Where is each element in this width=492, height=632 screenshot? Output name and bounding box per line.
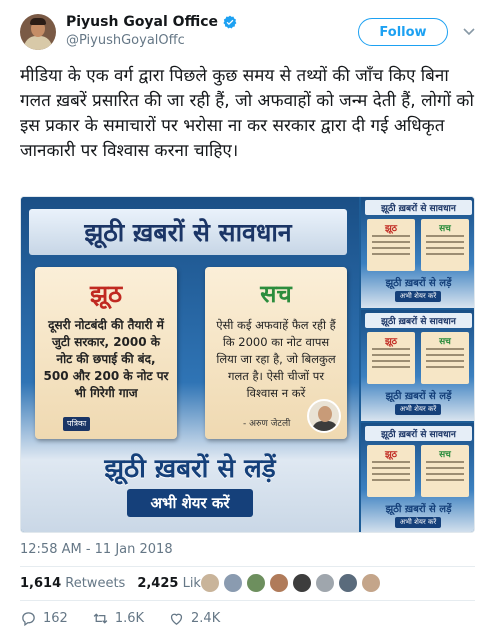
false-news-text: दूसरी नोटबंदी की तैयारी में जुटी सरकार, … <box>43 318 169 400</box>
liker-avatar[interactable] <box>315 573 335 593</box>
liker-avatar[interactable] <box>223 573 243 593</box>
thumbnail-headline: झूठी ख़बरों से सावधान <box>365 426 472 441</box>
liker-avatar[interactable] <box>292 573 312 593</box>
source-badge: पत्रिका <box>63 417 91 431</box>
verified-badge-icon <box>223 15 237 29</box>
thumbnail-sub: अभी शेयर करें <box>395 517 441 528</box>
retweet-count: 1.6K <box>114 611 145 626</box>
tweet-text: मीडिया के एक वर्ग द्वारा पिछले कुछ समय स… <box>20 66 474 161</box>
author-display-name[interactable]: Piyush Goyal Office <box>66 14 218 30</box>
retweet-button[interactable]: 1.6K <box>92 610 144 627</box>
tweet-actions: 162 1.6K 2.4K <box>20 610 244 627</box>
media-thumbnail[interactable]: झूठी ख़बरों से सावधान झूठ सच झूठी ख़बरों… <box>361 197 474 308</box>
retweet-icon <box>93 613 108 624</box>
tweet-media[interactable]: झूठी ख़बरों से सावधान झूठ दूसरी नोटबंदी … <box>20 196 475 533</box>
divider <box>20 566 475 567</box>
divider <box>20 600 475 601</box>
media-thumbnail[interactable]: झूठी ख़बरों से सावधान झूठ सच झूठी ख़बरों… <box>361 423 474 532</box>
liker-avatar[interactable] <box>246 573 266 593</box>
tweet-stats: 1,614 Retweets 2,425 Likes <box>20 576 227 591</box>
thumbnail-false-card: झूठ <box>367 332 415 384</box>
reply-icon <box>22 612 35 627</box>
author-avatar[interactable] <box>20 14 56 50</box>
thumbnail-cta: झूठी ख़बरों से लड़ें <box>385 391 452 402</box>
liker-avatar[interactable] <box>200 573 220 593</box>
thumbnail-truth-card: सच <box>421 445 469 497</box>
thumbnail-cta: झूठी ख़बरों से लड़ें <box>385 504 452 515</box>
media-cta-sub: अभी शेयर करें <box>127 489 253 517</box>
thumbnail-sub: अभी शेयर करें <box>395 291 441 302</box>
thumbnail-headline: झूठी ख़बरों से सावधान <box>365 313 472 328</box>
false-news-title: झूठ <box>89 280 123 308</box>
liker-avatar[interactable] <box>361 573 381 593</box>
liker-avatars <box>200 573 381 593</box>
liker-avatar[interactable] <box>269 573 289 593</box>
chevron-down-icon[interactable] <box>462 24 476 38</box>
media-headline: झूठी ख़बरों से सावधान <box>29 209 347 255</box>
truth-title: सच <box>260 280 292 308</box>
tweet-header: Piyush Goyal Office @PiyushGoyalOffc Fol… <box>0 0 492 58</box>
thumbnail-false-card: झूठ <box>367 219 415 271</box>
like-count: 2.4K <box>191 611 221 626</box>
quote-attribution: - अरुण जेटली <box>243 419 291 429</box>
tweet-timestamp[interactable]: 12:58 AM - 11 Jan 2018 <box>20 542 173 557</box>
thumbnail-false-card: झूठ <box>367 445 415 497</box>
media-thumbnails: झूठी ख़बरों से सावधान झूठ सच झूठी ख़बरों… <box>361 197 474 532</box>
false-news-card: झूठ दूसरी नोटबंदी की तैयारी में जुटी सरक… <box>35 267 177 439</box>
heart-icon <box>170 613 183 625</box>
like-button[interactable]: 2.4K <box>168 610 220 627</box>
follow-button[interactable]: Follow <box>358 18 448 46</box>
media-main-image: झूठी ख़बरों से सावधान झूठ दूसरी नोटबंदी … <box>21 197 359 532</box>
truth-card: सच ऐसी कई अफवाहें फैल रही हैं कि 2000 का… <box>205 267 347 439</box>
thumbnail-cta: झूठी ख़बरों से लड़ें <box>385 278 452 289</box>
truth-text: ऐसी कई अफवाहें फैल रही हैं कि 2000 का नो… <box>216 318 336 400</box>
thumbnail-truth-card: सच <box>421 332 469 384</box>
reply-count: 162 <box>43 611 68 626</box>
media-cta-main: झूठी ख़बरों से लड़ें <box>104 454 276 484</box>
retweets-stat[interactable]: 1,614 Retweets <box>20 576 125 591</box>
reply-button[interactable]: 162 <box>20 610 68 627</box>
liker-avatar[interactable] <box>338 573 358 593</box>
minister-photo <box>307 399 341 433</box>
thumbnail-sub: अभी शेयर करें <box>395 404 441 415</box>
media-thumbnail[interactable]: झूठी ख़बरों से सावधान झूठ सच झूठी ख़बरों… <box>361 310 474 421</box>
thumbnail-truth-card: सच <box>421 219 469 271</box>
thumbnail-headline: झूठी ख़बरों से सावधान <box>365 200 472 215</box>
author-name-row[interactable]: Piyush Goyal Office <box>66 14 237 30</box>
author-handle[interactable]: @PiyushGoyalOffc <box>66 33 185 48</box>
